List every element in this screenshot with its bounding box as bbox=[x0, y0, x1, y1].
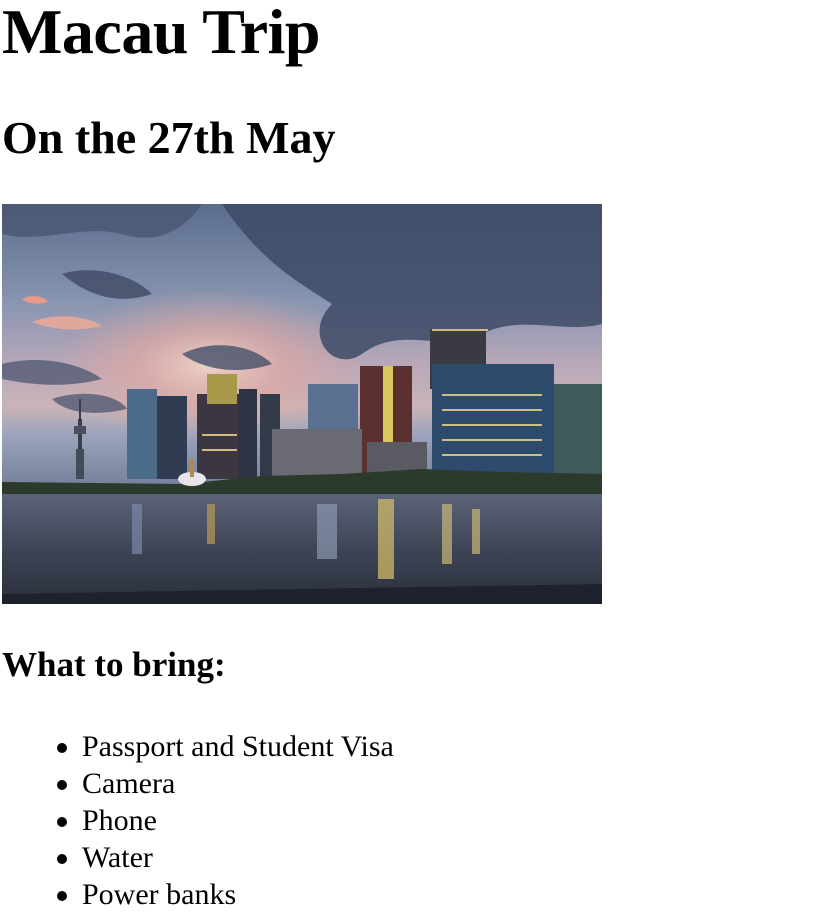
date-heading: On the 27th May bbox=[2, 112, 336, 163]
bring-heading: What to bring: bbox=[2, 645, 226, 684]
page: Macau Trip On the 27th May What to bring… bbox=[0, 0, 820, 913]
list-item: Passport and Student Visa bbox=[57, 728, 818, 765]
macau-skyline-image bbox=[2, 204, 602, 604]
list-item: Power banks bbox=[57, 876, 818, 913]
list-item: Phone bbox=[57, 802, 818, 839]
bring-list: Passport and Student Visa Camera Phone W… bbox=[2, 728, 818, 913]
list-item: Water bbox=[57, 839, 818, 876]
list-item: Camera bbox=[57, 765, 818, 802]
page-title: Macau Trip bbox=[2, 0, 320, 67]
